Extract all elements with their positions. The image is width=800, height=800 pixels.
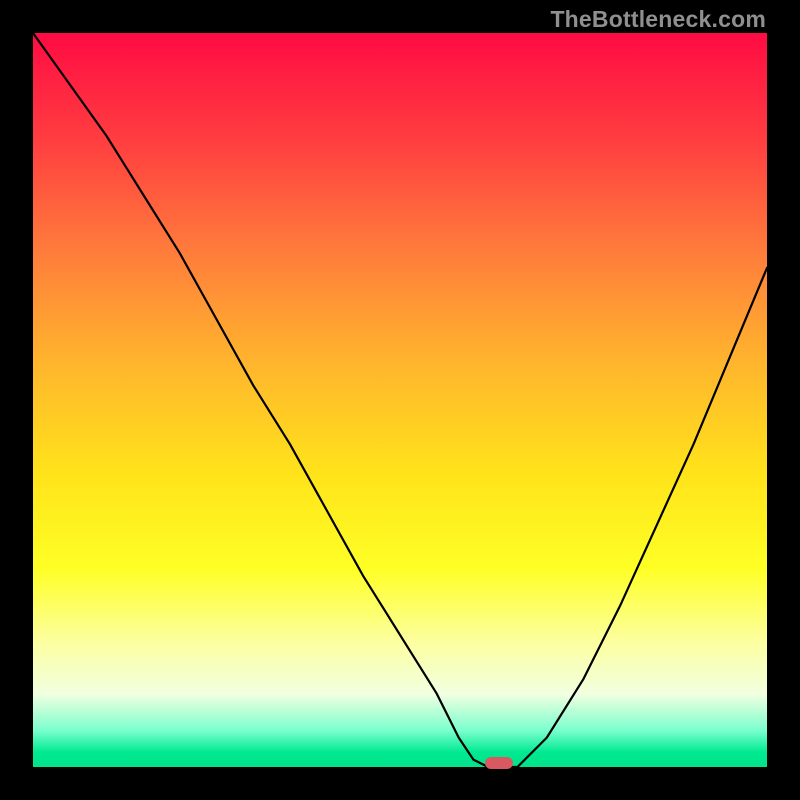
chart-curve	[33, 33, 767, 767]
bottleneck-marker	[485, 757, 513, 769]
chart-container: TheBottleneck.com	[0, 0, 800, 800]
watermark-text: TheBottleneck.com	[550, 6, 766, 33]
